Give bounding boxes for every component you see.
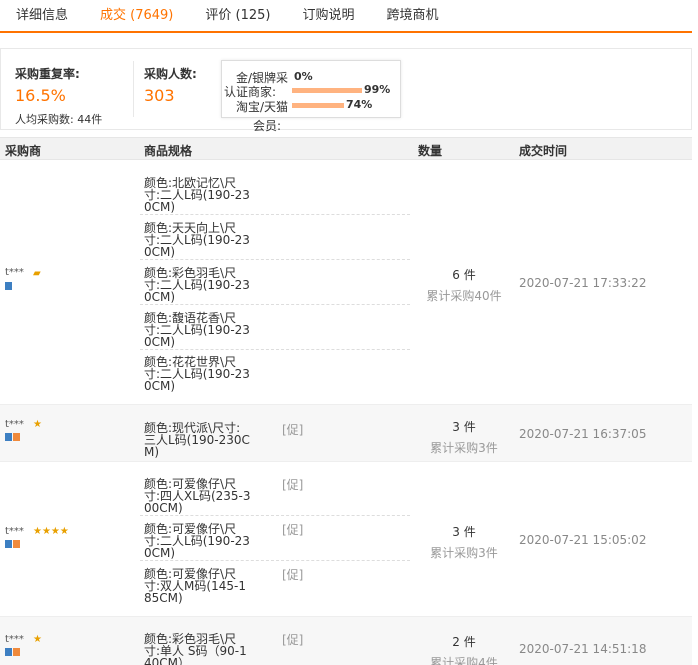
medal-icon: ★: [33, 419, 42, 430]
promo-tag[interactable]: [促]: [282, 476, 303, 493]
spec-divider: [140, 304, 410, 305]
promo-tag[interactable]: [促]: [282, 566, 303, 583]
spec-item: 颜色:可爱像仔\尺寸:四人XL码(235-300CM): [144, 477, 251, 515]
quantity: 6 件: [452, 268, 476, 282]
col-time: 成交时间: [519, 144, 568, 158]
spec-divider: [140, 259, 410, 260]
quantity-cell: 6 件 累计采购40件: [400, 266, 528, 304]
repeat-rate-label: 采购重复率:: [15, 67, 80, 81]
table-row: t*** ★★★★ 颜色:可爱像仔\尺寸:四人XL码(235-300CM) [促…: [0, 462, 692, 617]
buyer-count-value: 303: [144, 86, 175, 105]
quantity: 3 件: [452, 525, 476, 539]
col-buyer: 采购商: [5, 144, 42, 158]
stats-divider: [133, 61, 134, 117]
cumulative-quantity: 累计采购40件: [426, 289, 502, 303]
table-row: t*** ★ 颜色:现代派\尺寸:三人L码(190-230CM) [促] 3 件…: [0, 405, 692, 462]
transaction-time: 2020-07-21 16:37:05: [519, 427, 647, 441]
certified-bar: [292, 88, 362, 93]
tab-cross-border[interactable]: 跨境商机: [371, 0, 455, 31]
quantity-cell: 3 件 累计采购3件: [400, 418, 528, 456]
medal-icon: ★: [33, 634, 42, 645]
cert-badge-icon: [5, 282, 21, 291]
quantity: 2 件: [452, 635, 476, 649]
cert-badge-icon: [5, 433, 21, 442]
transaction-time: 2020-07-21 17:33:22: [519, 276, 647, 290]
buyer-count-label: 采购人数:: [144, 67, 197, 81]
spec-divider: [140, 515, 410, 516]
quantity: 3 件: [452, 420, 476, 434]
tab-transactions[interactable]: 成交 (7649): [84, 0, 189, 31]
spec-divider: [140, 349, 410, 350]
buyer-name: t***: [5, 526, 24, 537]
taobao-pct: 74%: [346, 98, 373, 111]
member-label: 会员:: [253, 119, 282, 133]
cert-badge-icon: [5, 648, 21, 657]
col-spec: 商品规格: [144, 144, 193, 158]
medal-icon: ★★★★: [33, 526, 69, 537]
transaction-time: 2020-07-21 15:05:02: [519, 533, 647, 547]
tab-order-info[interactable]: 订购说明: [286, 0, 370, 31]
table-header: 采购商 商品规格 数量 成交时间: [0, 137, 692, 160]
promo-tag[interactable]: [促]: [282, 421, 303, 438]
spec-item: 颜色:北欧记忆\尺寸:二人L码(190-230CM): [144, 176, 250, 214]
gold-member-pct: 0%: [294, 70, 313, 83]
promo-tag[interactable]: [促]: [282, 631, 303, 648]
quantity-cell: 2 件 累计采购4件: [400, 633, 528, 665]
promo-tag[interactable]: [促]: [282, 521, 303, 538]
spec-item: 颜色:花花世界\尺寸:二人L码(190-230CM): [144, 355, 250, 393]
taobao-bar: [292, 103, 344, 108]
table-row: t*** ★ 颜色:彩色羽毛\尺寸:单人 S码（90-140CM） [促] 2 …: [0, 617, 692, 665]
spec-divider: [140, 560, 410, 561]
spec-item: 颜色:天天向上\尺寸:二人L码(190-230CM): [144, 221, 250, 259]
tab-bar: 详细信息 成交 (7649) 评价 (125) 订购说明 跨境商机: [0, 0, 692, 33]
buyer-breakdown-popup: 金/银牌采 0% 认证商家: 99% 淘宝/天猫 74%: [221, 60, 401, 118]
avg-purchase-label: 人均采购数: 44件: [15, 113, 103, 126]
buyer-name: t***: [5, 419, 24, 430]
buyer-name: t***: [5, 267, 24, 278]
cert-badge-icon: [5, 540, 21, 549]
medal-icon: ▰: [33, 268, 41, 279]
spec-item: 颜色:彩色羽毛\尺寸:二人L码(190-230CM): [144, 266, 250, 304]
spec-item: 颜色:现代派\尺寸:三人L码(190-230CM): [144, 421, 250, 459]
certified-pct: 99%: [364, 83, 391, 96]
purchase-stats-panel: 采购重复率: 16.5% 人均采购数: 44件 采购人数: 303 金/银牌采 …: [0, 48, 692, 133]
spec-item: 颜色:馥语花香\尺寸:二人L码(190-230CM): [144, 311, 250, 349]
quantity-cell: 3 件 累计采购3件: [400, 523, 528, 561]
spec-item: 颜色:彩色羽毛\尺寸:单人 S码（90-140CM）: [144, 632, 247, 665]
taobao-label: 淘宝/天猫: [236, 100, 289, 114]
buyer-name: t***: [5, 634, 24, 645]
cumulative-quantity: 累计采购4件: [430, 656, 498, 665]
table-row: t*** ▰ 颜色:北欧记忆\尺寸:二人L码(190-230CM) 颜色:天天向…: [0, 161, 692, 405]
spec-divider: [140, 214, 410, 215]
spec-item: 颜色:可爱像仔\尺寸:二人L码(190-230CM): [144, 522, 250, 560]
cumulative-quantity: 累计采购3件: [430, 441, 498, 455]
cumulative-quantity: 累计采购3件: [430, 546, 498, 560]
spec-item: 颜色:可爱像仔\尺寸:双人M码(145-185CM): [144, 567, 246, 605]
col-qty: 数量: [418, 144, 443, 158]
repeat-rate-value: 16.5%: [15, 86, 66, 105]
tab-reviews[interactable]: 评价 (125): [189, 0, 286, 31]
transaction-time: 2020-07-21 14:51:18: [519, 642, 647, 656]
tab-details[interactable]: 详细信息: [0, 0, 84, 31]
